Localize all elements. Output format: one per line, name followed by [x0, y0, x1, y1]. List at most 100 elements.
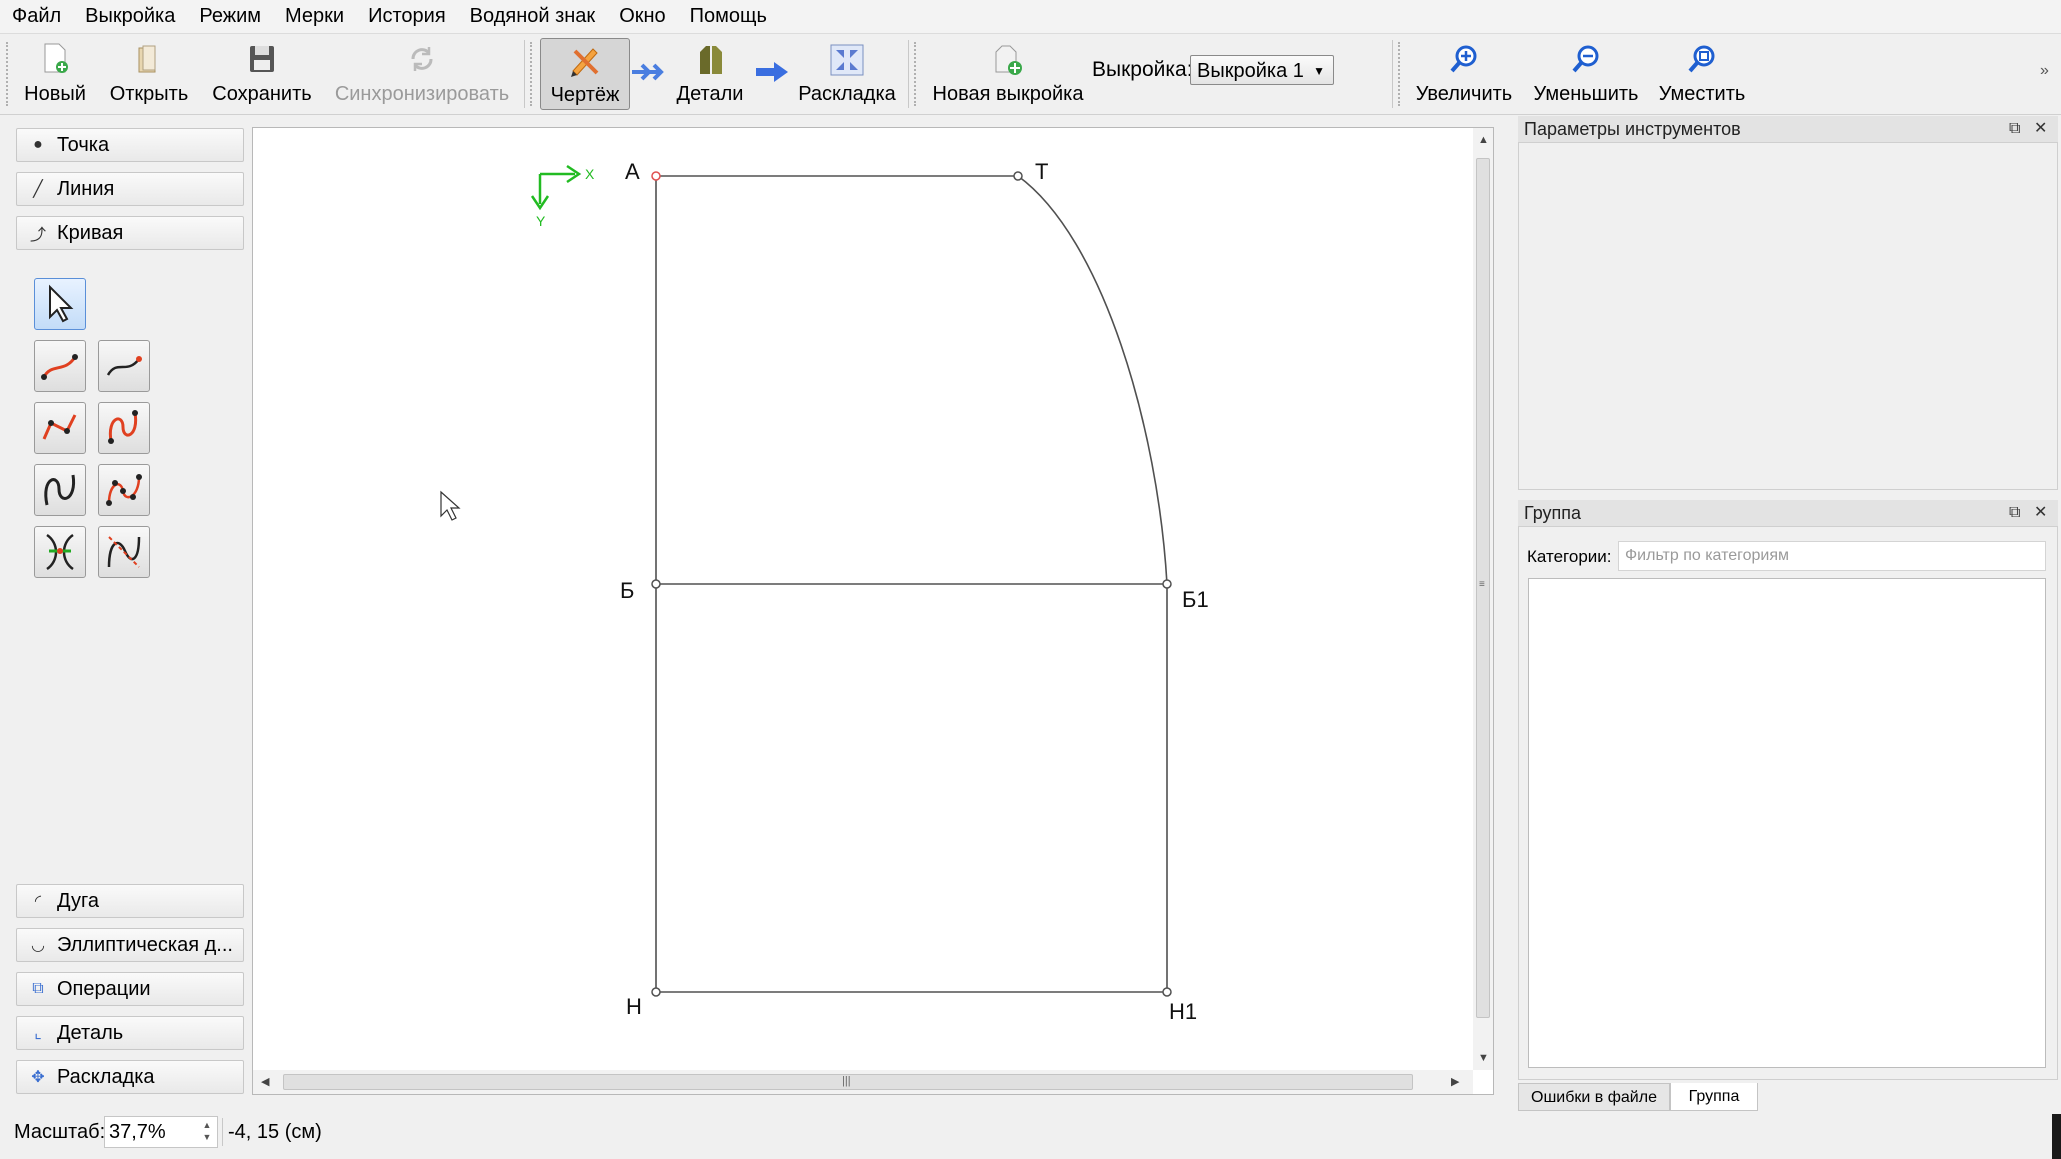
detail-icon: ⌞	[34, 1025, 42, 1042]
mouse-cursor-icon	[440, 490, 461, 521]
pattern-label: Выкройка:	[1092, 58, 1193, 81]
group-list[interactable]	[1528, 578, 2046, 1068]
category-line[interactable]: ╱ Линия	[16, 172, 244, 206]
point-H1-label[interactable]: Н1	[1169, 999, 1197, 1024]
point-on-curve-button[interactable]	[34, 526, 86, 578]
zoom-out-button[interactable]: Уменьшить	[1528, 38, 1644, 108]
pattern-select[interactable]: Выкройка 1 ▼	[1190, 55, 1334, 85]
point-B[interactable]	[651, 579, 661, 589]
zoom-in-button[interactable]: Увеличить	[1410, 38, 1518, 108]
horizontal-scroll-thumb[interactable]: |||	[283, 1074, 1413, 1090]
menu-mode[interactable]: Режим	[187, 0, 273, 33]
open-button[interactable]: Открыть	[104, 38, 194, 108]
vertical-scrollbar[interactable]: ▲ ≡ ▼	[1473, 128, 1493, 1070]
layout-mode-button[interactable]: Раскладка	[796, 38, 898, 108]
point-A-label[interactable]: А	[625, 159, 640, 184]
group-dock-title[interactable]: Группа ⧉ ✕	[1518, 500, 2058, 526]
menu-help[interactable]: Помощь	[678, 0, 779, 33]
scroll-right-icon[interactable]: ▶	[1451, 1075, 1459, 1088]
menu-watermark[interactable]: Водяной знак	[458, 0, 608, 33]
curve-T-B1[interactable]	[1017, 175, 1168, 585]
curve-tool-button[interactable]	[34, 340, 86, 392]
save-button[interactable]: Сохранить	[208, 38, 316, 108]
point-H-label[interactable]: Н	[626, 994, 642, 1019]
drawing-canvas[interactable]: X Y А Т Б Б1 Н Н1 ▲ ≡ ▼ ◀ ||| ▶	[252, 127, 1494, 1095]
dock-float-icon[interactable]: ⧉	[2009, 116, 2020, 142]
categories-filter-input[interactable]	[1618, 541, 2046, 571]
curve-interactive-icon	[106, 356, 142, 376]
cubic-spline-button[interactable]	[34, 464, 86, 516]
spline-path-icon	[42, 414, 77, 440]
fit-button[interactable]: Уместить	[1654, 38, 1750, 108]
axis-indicator: X Y	[530, 164, 595, 229]
dock-close-icon[interactable]: ✕	[2034, 500, 2047, 526]
toolbar-grip[interactable]	[6, 42, 12, 106]
curve-intersect-button[interactable]	[98, 526, 150, 578]
point-T[interactable]	[1013, 171, 1023, 181]
sync-button[interactable]: Синхронизировать	[332, 38, 512, 108]
menu-window[interactable]: Окно	[607, 0, 677, 33]
scroll-down-icon[interactable]: ▼	[1478, 1052, 1489, 1064]
zoom-fit-icon	[1688, 45, 1715, 73]
point-B1-label[interactable]: Б1	[1182, 587, 1209, 612]
menu-history[interactable]: История	[356, 0, 458, 33]
arrow-right-icon	[756, 62, 788, 82]
zoom-label: Масштаб:	[14, 1121, 106, 1143]
vertical-scroll-thumb[interactable]: ≡	[1476, 158, 1490, 1018]
operations-icon: ⧉	[32, 980, 44, 997]
toolbar-overflow-icon[interactable]: »	[2040, 62, 2049, 80]
tool-options-panel	[1518, 142, 2058, 490]
new-button[interactable]: Новый	[20, 38, 90, 108]
point-B-label[interactable]: Б	[620, 578, 634, 603]
spin-arrows-icon[interactable]: ▲ ▼	[199, 1119, 215, 1145]
curve-intersect-icon	[107, 536, 141, 568]
scroll-up-icon[interactable]: ▲	[1478, 134, 1489, 146]
draw-mode-button[interactable]: Чертёж	[540, 38, 630, 110]
category-elliptical-arc[interactable]: ◡ Эллиптическая д...	[16, 928, 244, 962]
cubic-spline-path-button[interactable]	[98, 464, 150, 516]
new-pattern-icon	[995, 45, 1022, 75]
point-T-label[interactable]: Т	[1035, 159, 1048, 184]
axis-x-label: X	[585, 166, 595, 182]
spline-path-button[interactable]	[34, 402, 86, 454]
window-resize-grip[interactable]	[2052, 1114, 2061, 1159]
open-folder-icon	[138, 45, 156, 73]
category-curve[interactable]: ⤴ Кривая	[16, 216, 244, 250]
menu-file[interactable]: Файл	[0, 0, 73, 33]
point-H[interactable]	[651, 987, 661, 997]
category-detail[interactable]: ⌞ Деталь	[16, 1016, 244, 1050]
curve-icon: ⤴	[29, 227, 46, 244]
category-layout[interactable]: ✥ Раскладка	[16, 1060, 244, 1094]
select-tool-button[interactable]	[34, 278, 86, 330]
elliptical-arc-icon: ◡	[31, 937, 45, 954]
spline-path-interactive-button[interactable]	[98, 402, 150, 454]
dropdown-arrow-icon: ▼	[1313, 64, 1325, 78]
category-operations[interactable]: ⧉ Операции	[16, 972, 244, 1006]
curve-interactive-button[interactable]	[98, 340, 150, 392]
arrow-pointer-icon	[49, 284, 74, 323]
tool-options-dock-title[interactable]: Параметры инструментов ⧉ ✕	[1518, 116, 2058, 142]
point-icon: ●	[33, 136, 43, 153]
point-B1[interactable]	[1162, 579, 1172, 589]
zoom-spinbox[interactable]: 37,7% ▲ ▼	[104, 1116, 218, 1148]
new-pattern-button[interactable]: Новая выкройка	[930, 38, 1086, 108]
cursor-coordinates: -4, 15 (см)	[228, 1121, 322, 1143]
horizontal-scrollbar[interactable]: ◀ ||| ▶	[253, 1070, 1473, 1094]
point-A[interactable]	[651, 171, 661, 181]
pattern-drawing[interactable]: X Y А Т Б Б1 Н Н1	[253, 128, 1473, 1070]
point-H1[interactable]	[1162, 987, 1172, 997]
category-arc[interactable]: ◜ Дуга	[16, 884, 244, 918]
dock-close-icon[interactable]: ✕	[2034, 116, 2047, 142]
dock-float-icon[interactable]: ⧉	[2009, 500, 2020, 526]
arc-icon: ◜	[34, 893, 42, 910]
details-mode-button[interactable]: Детали	[672, 38, 748, 108]
tab-group[interactable]: Группа	[1670, 1083, 1758, 1111]
point-on-curve-icon	[46, 533, 74, 571]
tab-file-errors[interactable]: Ошибки в файле	[1518, 1083, 1670, 1111]
category-point[interactable]: ● Точка	[16, 128, 244, 162]
zoom-in-icon	[1450, 45, 1477, 73]
menu-measurements[interactable]: Мерки	[273, 0, 356, 33]
menu-pattern[interactable]: Выкройка	[73, 0, 187, 33]
scroll-left-icon[interactable]: ◀	[261, 1075, 269, 1088]
layout-sheet-icon	[830, 44, 864, 76]
